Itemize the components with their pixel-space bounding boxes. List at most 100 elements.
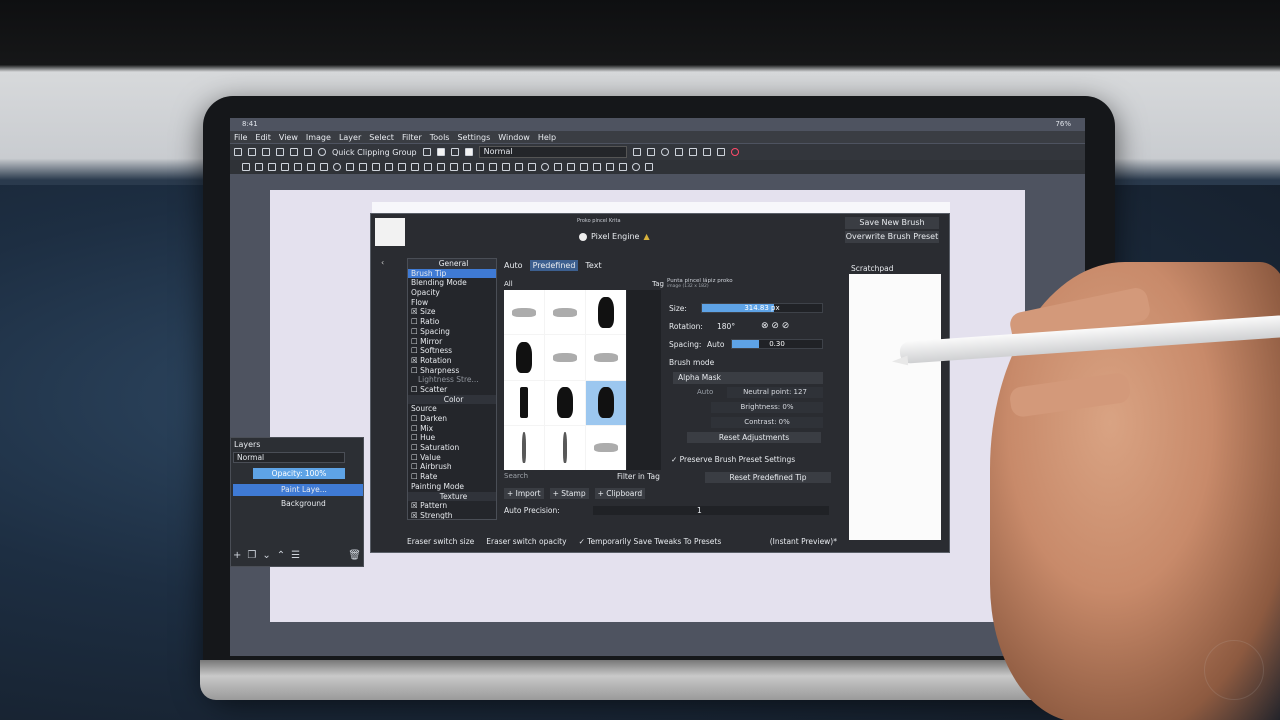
record-icon[interactable]: [730, 148, 739, 156]
brush-tip-cell[interactable]: [504, 380, 544, 425]
brush-preset-icon[interactable]: [464, 148, 473, 156]
brush-option-item[interactable]: ☐ Darken: [408, 414, 496, 424]
temporarily-save-tweaks[interactable]: ✓ Temporarily Save Tweaks To Presets: [579, 537, 722, 546]
brush-option-item[interactable]: General: [408, 259, 496, 269]
line-tool-icon[interactable]: [307, 163, 315, 171]
crop-tool-icon[interactable]: [437, 163, 445, 171]
menu-image[interactable]: Image: [306, 133, 331, 142]
poly-select-icon[interactable]: [554, 163, 562, 171]
transform-icon[interactable]: [411, 163, 419, 171]
brush-tip-cell[interactable]: [586, 335, 626, 380]
stamp-button[interactable]: + Stamp: [549, 488, 589, 499]
rotation-dial-icons[interactable]: ⊗ ⊘ ⊘: [761, 321, 789, 331]
brush-option-item[interactable]: ☐ Sharpness: [408, 366, 496, 376]
new-icon[interactable]: [234, 148, 242, 156]
ellipse-select-icon[interactable]: [541, 163, 549, 171]
tab-predefined[interactable]: Predefined: [529, 260, 579, 271]
save-icon[interactable]: [262, 148, 270, 156]
pan-tool-icon[interactable]: [645, 163, 653, 171]
brush-option-item[interactable]: ☒ Rotation: [408, 356, 496, 366]
brush-option-item[interactable]: Opacity: [408, 288, 496, 298]
contiguous-select-icon[interactable]: [580, 163, 588, 171]
layer-opacity-slider[interactable]: Opacity: 100%: [253, 468, 345, 479]
brush-option-item[interactable]: ☐ Scatter: [408, 385, 496, 395]
eraser-switch-size[interactable]: Eraser switch size: [407, 537, 474, 546]
swatch-icon[interactable]: [450, 148, 459, 156]
gradient-tool-icon[interactable]: [450, 163, 458, 171]
brush-option-item[interactable]: Painting Mode: [408, 482, 496, 492]
duplicate-layer-icon[interactable]: ❐: [247, 550, 256, 561]
overwrite-preset-button[interactable]: Overwrite Brush Preset: [845, 231, 939, 243]
menu-layer[interactable]: Layer: [339, 133, 361, 142]
instant-preview-toggle[interactable]: (Instant Preview)*: [770, 537, 837, 546]
brush-tip-cell[interactable]: [504, 335, 544, 380]
mirror-icon[interactable]: [674, 148, 683, 156]
brush-options-list[interactable]: General Brush Tip Blending Mode Opacity Flow…: [407, 258, 497, 520]
size-slider[interactable]: 314.83 px: [701, 303, 823, 313]
brush-tip-cell[interactable]: [504, 425, 544, 470]
shape-tool-icon[interactable]: [268, 163, 276, 171]
gradient-icon[interactable]: [436, 148, 445, 156]
brush-option-item[interactable]: ☐ Saturation: [408, 443, 496, 453]
tip-grid-scrollbar[interactable]: [627, 290, 661, 470]
dynamic-brush-icon[interactable]: [385, 163, 393, 171]
contrast-slider[interactable]: Contrast: 0%: [711, 417, 823, 428]
spacing-auto[interactable]: Auto: [707, 340, 724, 349]
copy-icon[interactable]: [290, 148, 298, 156]
import-button[interactable]: + Import: [504, 488, 544, 499]
open-icon[interactable]: [248, 148, 256, 156]
preset-name[interactable]: Proko pincel Krita: [577, 218, 621, 224]
menu-tools[interactable]: Tools: [430, 133, 450, 142]
cut-icon[interactable]: [276, 148, 284, 156]
menu-edit[interactable]: Edit: [255, 133, 271, 142]
brush-mode-select[interactable]: Alpha Mask: [673, 372, 823, 384]
layer-menu-icon[interactable]: ☰: [291, 550, 300, 561]
rect-select-icon[interactable]: [528, 163, 536, 171]
quick-clipping-group[interactable]: Quick Clipping Group: [332, 148, 417, 157]
freehand-select-icon[interactable]: [567, 163, 575, 171]
brush-option-item[interactable]: Color: [408, 394, 496, 405]
brush-option-item[interactable]: ☒ Strength: [408, 511, 496, 519]
layer-blend-select[interactable]: Normal: [233, 452, 345, 463]
measure-icon[interactable]: [502, 163, 510, 171]
brush-tip-cell[interactable]: [545, 425, 585, 470]
neutral-point-slider[interactable]: Neutral point: 127: [727, 387, 823, 398]
reload-icon[interactable]: [660, 148, 669, 156]
colorize-icon[interactable]: [463, 163, 471, 171]
delete-layer-icon[interactable]: 🗑: [348, 550, 361, 561]
brush-tool-icon[interactable]: [294, 163, 302, 171]
fill-tool-icon[interactable]: [476, 163, 484, 171]
brush-option-item[interactable]: ☐ Mirror: [408, 337, 496, 347]
brush-tip-cell[interactable]: [545, 380, 585, 425]
menu-settings[interactable]: Settings: [457, 133, 490, 142]
brush-option-item[interactable]: ☐ Rate: [408, 472, 496, 482]
brush-option-item[interactable]: Lightness Stre...: [408, 375, 496, 385]
brush-option-item[interactable]: ☐ Spacing: [408, 327, 496, 337]
brush-option-item[interactable]: ☒ Size: [408, 307, 496, 317]
path-tool-icon[interactable]: [359, 163, 367, 171]
brush-option-item[interactable]: ☒ Pattern: [408, 501, 496, 511]
play-icon[interactable]: [702, 148, 711, 156]
brush-option-item[interactable]: Brush Tip: [408, 268, 496, 279]
brush-option-item[interactable]: ☐ Mix: [408, 424, 496, 434]
precision-slider[interactable]: [593, 506, 829, 515]
tag-button[interactable]: Tag: [652, 280, 664, 290]
collapse-left-icon[interactable]: ‹: [381, 258, 384, 267]
brush-option-item[interactable]: Texture: [408, 491, 496, 502]
reset-adjustments-button[interactable]: Reset Adjustments: [687, 432, 821, 443]
menu-window[interactable]: Window: [498, 133, 530, 142]
filter-in-tag-checkbox[interactable]: Filter in Tag: [617, 472, 660, 481]
menu-help[interactable]: Help: [538, 133, 556, 142]
brush-tip-cell[interactable]: [586, 425, 626, 470]
spacing-slider[interactable]: 0.30: [731, 339, 823, 349]
fill-icon[interactable]: [318, 148, 326, 156]
brush-option-item[interactable]: Flow: [408, 298, 496, 308]
adjust-auto[interactable]: Auto: [697, 388, 713, 396]
tab-auto[interactable]: Auto: [501, 260, 526, 271]
brush-option-item[interactable]: ☐ Softness: [408, 346, 496, 356]
select-tool-icon[interactable]: [242, 163, 250, 171]
brush-option-item[interactable]: ☐ Airbrush: [408, 462, 496, 472]
similar-select-icon[interactable]: [593, 163, 601, 171]
save-new-preset-button[interactable]: Save New Brush Preset...: [845, 217, 939, 239]
menu-file[interactable]: File: [234, 133, 247, 142]
